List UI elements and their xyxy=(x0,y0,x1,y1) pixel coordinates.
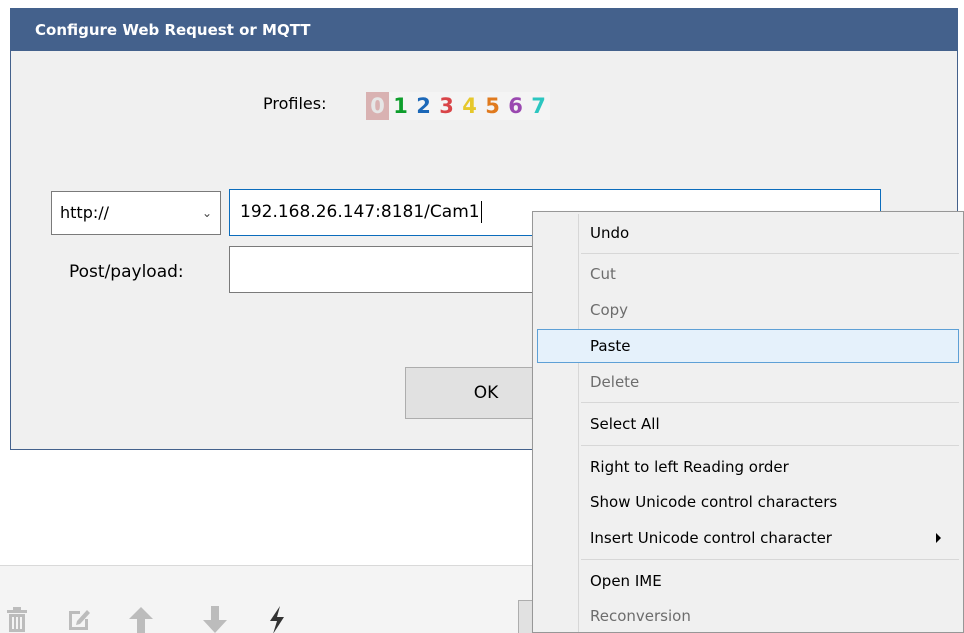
profile-5[interactable]: 5 xyxy=(481,92,504,120)
edit-toolbar-button[interactable] xyxy=(62,598,96,633)
menu-item-label: Undo xyxy=(590,224,630,242)
menu-separator xyxy=(581,445,959,446)
scheme-select[interactable]: http:// ⌄ xyxy=(51,191,221,235)
chevron-down-icon: ⌄ xyxy=(201,206,212,220)
menu-item-label: Insert Unicode control character xyxy=(590,529,832,547)
text-caret xyxy=(480,201,482,223)
menu-item-cut[interactable]: Cut xyxy=(537,257,959,291)
run-toolbar-button[interactable] xyxy=(260,598,294,633)
menu-separator xyxy=(581,559,959,560)
arrow-down-icon xyxy=(203,606,227,633)
menu-item-label: Select All xyxy=(590,415,660,433)
trash-icon xyxy=(7,607,27,632)
menu-item-rtl-reading-order[interactable]: Right to left Reading order xyxy=(537,450,959,484)
profiles-label: Profiles: xyxy=(263,94,327,113)
menu-item-label: Delete xyxy=(590,373,640,391)
move-up-toolbar-button[interactable] xyxy=(124,598,158,633)
menu-item-insert-unicode-control[interactable]: Insert Unicode control character xyxy=(537,521,959,555)
lightning-icon xyxy=(270,606,284,633)
move-down-toolbar-button[interactable] xyxy=(198,598,232,633)
payload-label: Post/payload: xyxy=(69,262,184,282)
menu-item-label: Reconversion xyxy=(590,607,691,625)
menu-item-label: Paste xyxy=(590,337,631,355)
dialog-title: Configure Web Request or MQTT xyxy=(11,9,957,51)
menu-item-reconversion[interactable]: Reconversion xyxy=(537,599,959,633)
profile-6[interactable]: 6 xyxy=(504,92,527,120)
context-menu: Undo Cut Copy Paste Delete Select All Ri… xyxy=(532,211,964,633)
edit-icon xyxy=(69,610,90,630)
arrow-up-icon xyxy=(129,607,153,633)
menu-item-label: Cut xyxy=(590,265,616,283)
menu-item-undo[interactable]: Undo xyxy=(537,216,959,250)
scheme-value: http:// xyxy=(60,203,110,222)
profile-2[interactable]: 2 xyxy=(412,92,435,120)
menu-item-show-unicode-control[interactable]: Show Unicode control characters xyxy=(537,485,959,519)
menu-separator xyxy=(581,253,959,254)
menu-item-select-all[interactable]: Select All xyxy=(537,407,959,441)
profiles-selector: 0 1 2 3 4 5 6 7 xyxy=(366,91,550,121)
menu-item-label: Open IME xyxy=(590,572,662,590)
menu-item-label: Show Unicode control characters xyxy=(590,493,838,511)
menu-item-copy[interactable]: Copy xyxy=(537,293,959,327)
menu-item-label: Copy xyxy=(590,301,629,319)
profile-3[interactable]: 3 xyxy=(435,92,458,120)
screen: Configure Web Request or MQTT Profiles: … xyxy=(0,0,964,633)
menu-item-paste[interactable]: Paste xyxy=(537,329,959,363)
menu-item-label: Right to left Reading order xyxy=(590,458,789,476)
menu-separator xyxy=(581,402,959,403)
menu-item-open-ime[interactable]: Open IME xyxy=(537,564,959,598)
menu-item-delete[interactable]: Delete xyxy=(537,365,959,399)
submenu-arrow-icon xyxy=(936,533,941,543)
profile-1[interactable]: 1 xyxy=(389,92,412,120)
delete-toolbar-button[interactable] xyxy=(0,598,34,633)
profile-4[interactable]: 4 xyxy=(458,92,481,120)
profile-0[interactable]: 0 xyxy=(366,92,389,120)
profile-7[interactable]: 7 xyxy=(527,92,550,120)
url-value: 192.168.26.147:8181/Cam1 xyxy=(240,202,480,222)
